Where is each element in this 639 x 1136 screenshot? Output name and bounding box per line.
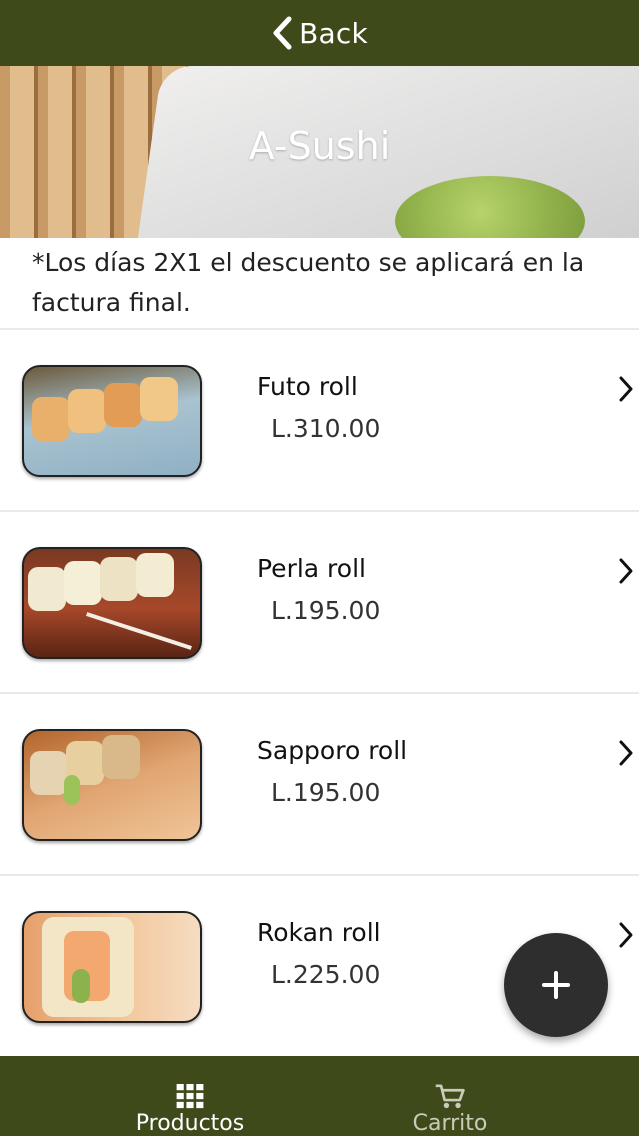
chevron-right-icon[interactable] [617, 921, 635, 949]
bottom-navigation: Productos Carrito [0, 1056, 639, 1136]
list-item[interactable]: Perla roll L.195.00 [0, 510, 639, 692]
product-image [22, 365, 202, 477]
chevron-left-icon [273, 16, 292, 50]
plus-icon [542, 971, 570, 999]
product-price: L.195.00 [271, 596, 381, 625]
chevron-right-icon[interactable] [617, 557, 635, 585]
product-price: L.310.00 [271, 414, 381, 443]
chevron-right-icon[interactable] [617, 375, 635, 403]
product-name: Perla roll [257, 554, 366, 583]
grid-icon [176, 1084, 204, 1109]
list-item[interactable]: Futo roll L.310.00 [0, 328, 639, 510]
product-image [22, 547, 202, 659]
product-name: Futo roll [257, 372, 358, 401]
back-button[interactable]: Back [271, 16, 368, 50]
product-image [22, 911, 202, 1023]
top-bar: Back [0, 0, 639, 66]
product-price: L.225.00 [271, 960, 381, 989]
restaurant-title: A-Sushi [248, 124, 391, 168]
tab-label: Productos [135, 1111, 245, 1136]
product-name: Rokan roll [257, 918, 381, 947]
tab-label: Carrito [412, 1111, 488, 1136]
product-price: L.195.00 [271, 778, 381, 807]
product-image [22, 729, 202, 841]
list-item[interactable]: Sapporo roll L.195.00 [0, 692, 639, 874]
tab-carrito[interactable]: Carrito [290, 1056, 610, 1136]
chevron-right-icon[interactable] [617, 739, 635, 767]
discount-notice: *Los días 2X1 el descuento se aplicará e… [32, 248, 585, 317]
back-label: Back [299, 16, 368, 50]
cart-icon [435, 1084, 465, 1109]
add-button[interactable] [504, 933, 608, 1037]
hero-banner: A-Sushi [0, 66, 639, 238]
product-name: Sapporo roll [257, 736, 408, 765]
